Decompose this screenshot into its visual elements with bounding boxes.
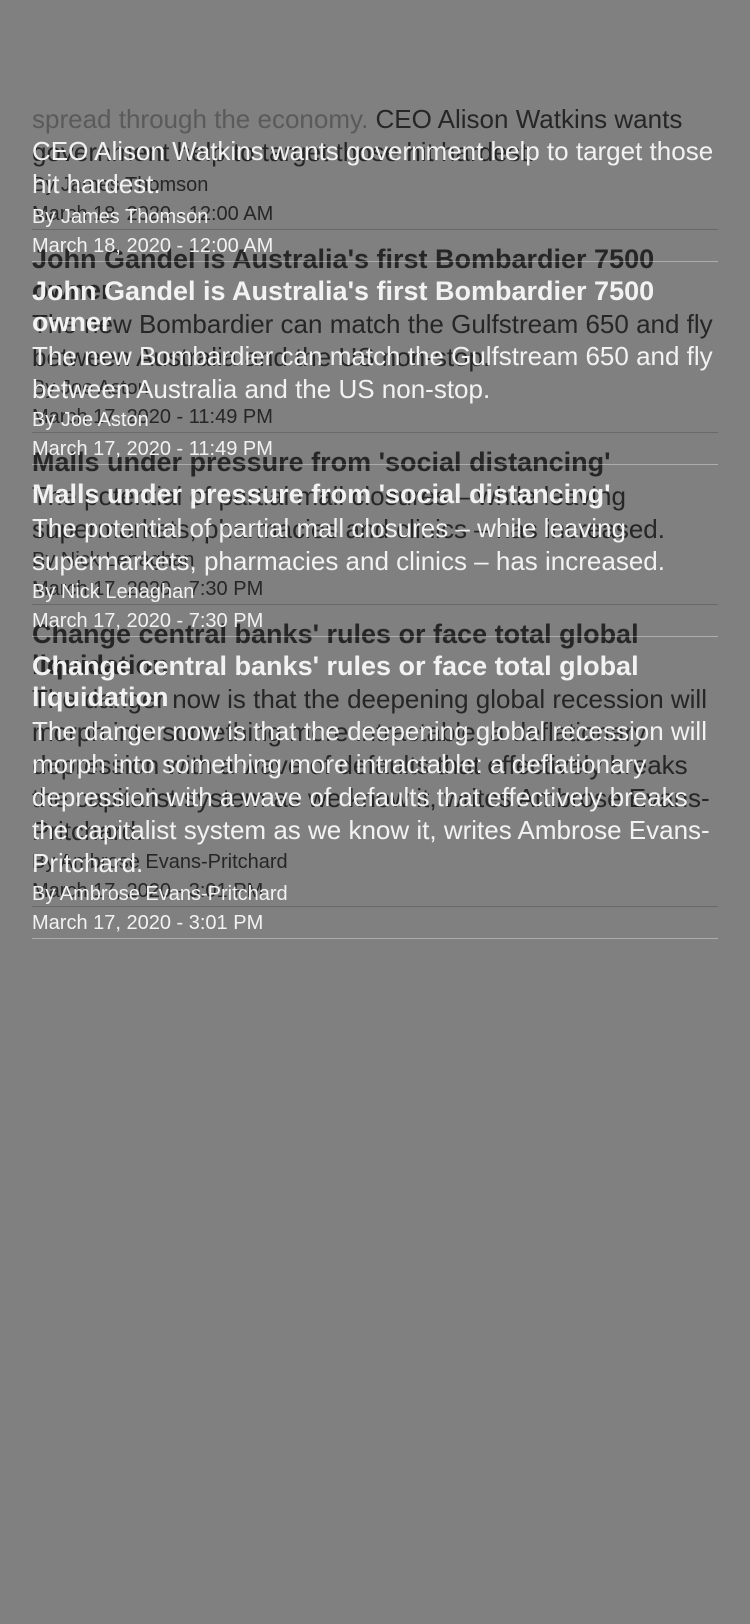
- article-byline: By Ambrose Evans-Pritchard: [32, 883, 288, 905]
- article-date: March 17, 2020 - 3:01 PM: [32, 912, 264, 934]
- divider: [32, 464, 718, 465]
- article-headline[interactable]: Malls under pressure from 'social distan…: [32, 479, 718, 510]
- article-item[interactable]: John Gandel is Australia's first Bombard…: [32, 276, 750, 465]
- divider: [32, 261, 718, 262]
- article-headline[interactable]: Change central banks' rules or face tota…: [32, 651, 718, 713]
- divider: [32, 938, 718, 939]
- article-byline: By James Thomson: [32, 206, 209, 228]
- article-item-partial[interactable]: CEO Alison Watkins wants government help…: [32, 135, 750, 262]
- article-byline: By Joe Aston: [32, 409, 149, 431]
- article-item[interactable]: Malls under pressure from 'social distan…: [32, 479, 750, 637]
- article-summary: The danger now is that the deepening glo…: [32, 716, 710, 878]
- article-byline: By Nick Lenaghan: [32, 581, 195, 603]
- article-date: March 17, 2020 - 11:49 PM: [32, 438, 273, 460]
- article-list: CEO Alison Watkins wants government help…: [32, 135, 750, 939]
- article-summary: The new Bombardier can match the Gulfstr…: [32, 341, 713, 404]
- article-summary: CEO Alison Watkins wants government help…: [32, 136, 714, 199]
- article-summary: The potential of partial mall closures –…: [32, 513, 665, 576]
- article-headline[interactable]: John Gandel is Australia's first Bombard…: [32, 276, 718, 338]
- news-feed-screen: spread through the economy. CEO Alison W…: [0, 0, 750, 1624]
- article-date: March 18, 2020 - 12:00 AM: [32, 235, 274, 257]
- article-item[interactable]: Change central banks' rules or face tota…: [32, 651, 750, 939]
- article-date: March 17, 2020 - 7:30 PM: [32, 610, 264, 632]
- divider: [32, 636, 718, 637]
